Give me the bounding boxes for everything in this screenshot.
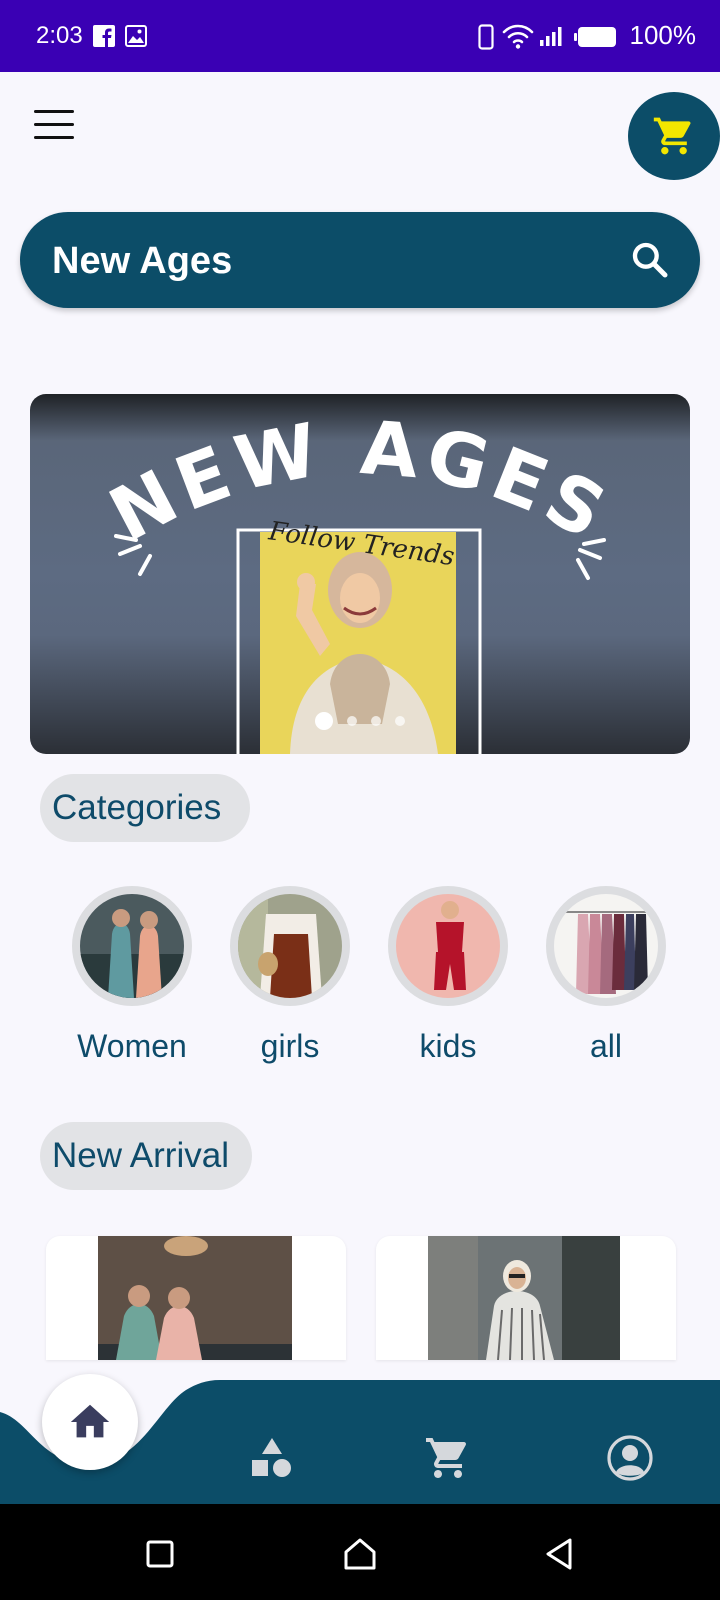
promo-banner-carousel[interactable]: NEW AGES Follow Trends	[30, 394, 690, 754]
category-women[interactable]: Women	[72, 886, 192, 1065]
search-icon[interactable]	[630, 240, 670, 280]
recents-icon[interactable]	[140, 1534, 180, 1574]
menu-button[interactable]	[34, 110, 74, 142]
cart-icon[interactable]	[424, 1434, 472, 1482]
shapes-icon[interactable]	[248, 1434, 296, 1482]
battery-icon	[574, 27, 616, 47]
categories-heading: Categories	[40, 774, 250, 842]
category-women-image	[80, 894, 184, 998]
carousel-dot-3[interactable]	[371, 716, 381, 726]
category-label: kids	[419, 1028, 477, 1064]
image-icon	[125, 25, 147, 47]
signal-icon	[540, 27, 562, 46]
carousel-dot-2[interactable]	[347, 716, 357, 726]
search-bar[interactable]: New Ages	[20, 212, 700, 308]
system-navigation-bar	[0, 1504, 720, 1600]
system-home-icon[interactable]	[340, 1534, 380, 1574]
status-bar: 2:03 100%	[0, 0, 720, 72]
product-image	[98, 1236, 292, 1360]
category-label: girls	[260, 1028, 320, 1064]
category-all[interactable]: all	[546, 886, 666, 1065]
product-card[interactable]	[46, 1236, 346, 1360]
back-icon[interactable]	[540, 1534, 580, 1574]
category-girls-image	[238, 894, 342, 998]
category-kids[interactable]: kids	[388, 886, 508, 1065]
category-all-image	[554, 894, 658, 998]
home-icon	[70, 1404, 110, 1438]
banner-artwork: NEW AGES Follow Trends	[96, 405, 618, 754]
product-image	[428, 1236, 620, 1360]
category-label: Women	[77, 1028, 187, 1064]
category-girls[interactable]: girls	[230, 886, 350, 1065]
cart-button[interactable]	[628, 92, 720, 180]
carousel-dot-1[interactable]	[315, 712, 333, 730]
wifi-icon	[502, 24, 534, 49]
brand-title: New Ages	[52, 240, 233, 282]
category-label: all	[589, 1028, 622, 1064]
new-arrival-heading: New Arrival	[40, 1122, 252, 1190]
shopping-cart-icon	[653, 117, 691, 155]
product-card[interactable]	[376, 1236, 676, 1360]
battery-percent: 100%	[629, 20, 697, 50]
phone-icon	[478, 24, 494, 50]
hamburger-menu-icon	[34, 110, 74, 113]
category-kids-image	[396, 894, 500, 998]
carousel-indicators	[30, 712, 690, 730]
status-time: 2:03	[36, 22, 83, 49]
nav-home-button[interactable]	[42, 1374, 138, 1470]
profile-icon[interactable]	[606, 1434, 654, 1482]
facebook-icon	[93, 25, 115, 47]
carousel-dot-4[interactable]	[395, 716, 405, 726]
